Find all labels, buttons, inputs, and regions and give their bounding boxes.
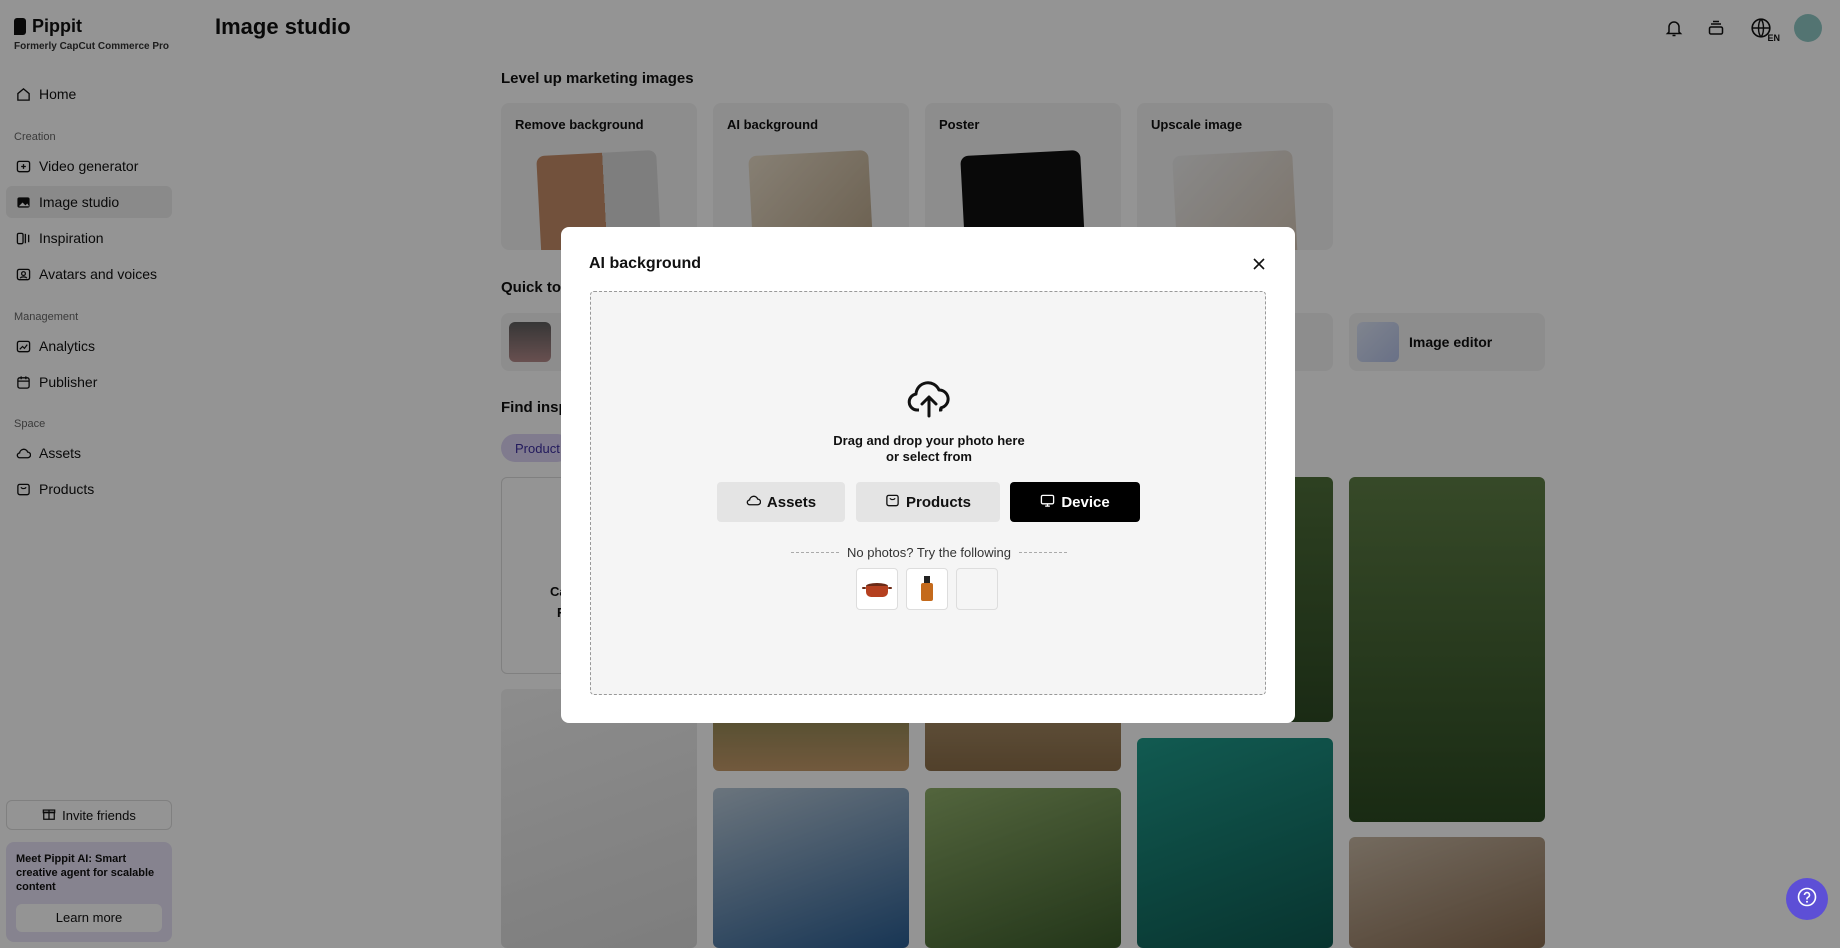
- perfume-bottle-icon: [921, 576, 933, 601]
- products-button-label: Products: [905, 493, 971, 511]
- ai-background-modal: AI background Drag and drop your photo h…: [561, 227, 1295, 723]
- sample-photo-perfume[interactable]: [906, 568, 948, 610]
- monitor-icon: [1040, 493, 1055, 512]
- drop-text-line1: Drag and drop your photo here: [833, 433, 1025, 448]
- assets-button-label: Assets: [766, 493, 817, 511]
- try-samples-divider: No photos? Try the following: [791, 545, 1068, 560]
- question-icon: [1796, 886, 1818, 913]
- sample-photo-pot[interactable]: [856, 568, 898, 610]
- drop-text-line2: or select from: [886, 449, 972, 464]
- upload-dropzone[interactable]: Drag and drop your photo here or select …: [590, 291, 1266, 695]
- try-samples-text: No photos? Try the following: [846, 545, 1012, 560]
- close-icon[interactable]: [1251, 256, 1267, 272]
- sample-photo-empty[interactable]: [956, 568, 998, 610]
- device-button[interactable]: Device: [1010, 482, 1140, 522]
- product-box-icon: [885, 493, 900, 512]
- device-button-label: Device: [1061, 493, 1110, 511]
- products-button[interactable]: Products: [856, 482, 1000, 522]
- help-button[interactable]: [1786, 878, 1828, 920]
- cloud-icon: [746, 493, 762, 512]
- assets-button[interactable]: Assets: [717, 482, 845, 522]
- cloud-upload-icon: [907, 381, 950, 418]
- cooking-pot-icon: [862, 583, 892, 597]
- drop-instructions: Drag and drop your photo here or select …: [591, 433, 1267, 465]
- modal-title: AI background: [589, 255, 702, 272]
